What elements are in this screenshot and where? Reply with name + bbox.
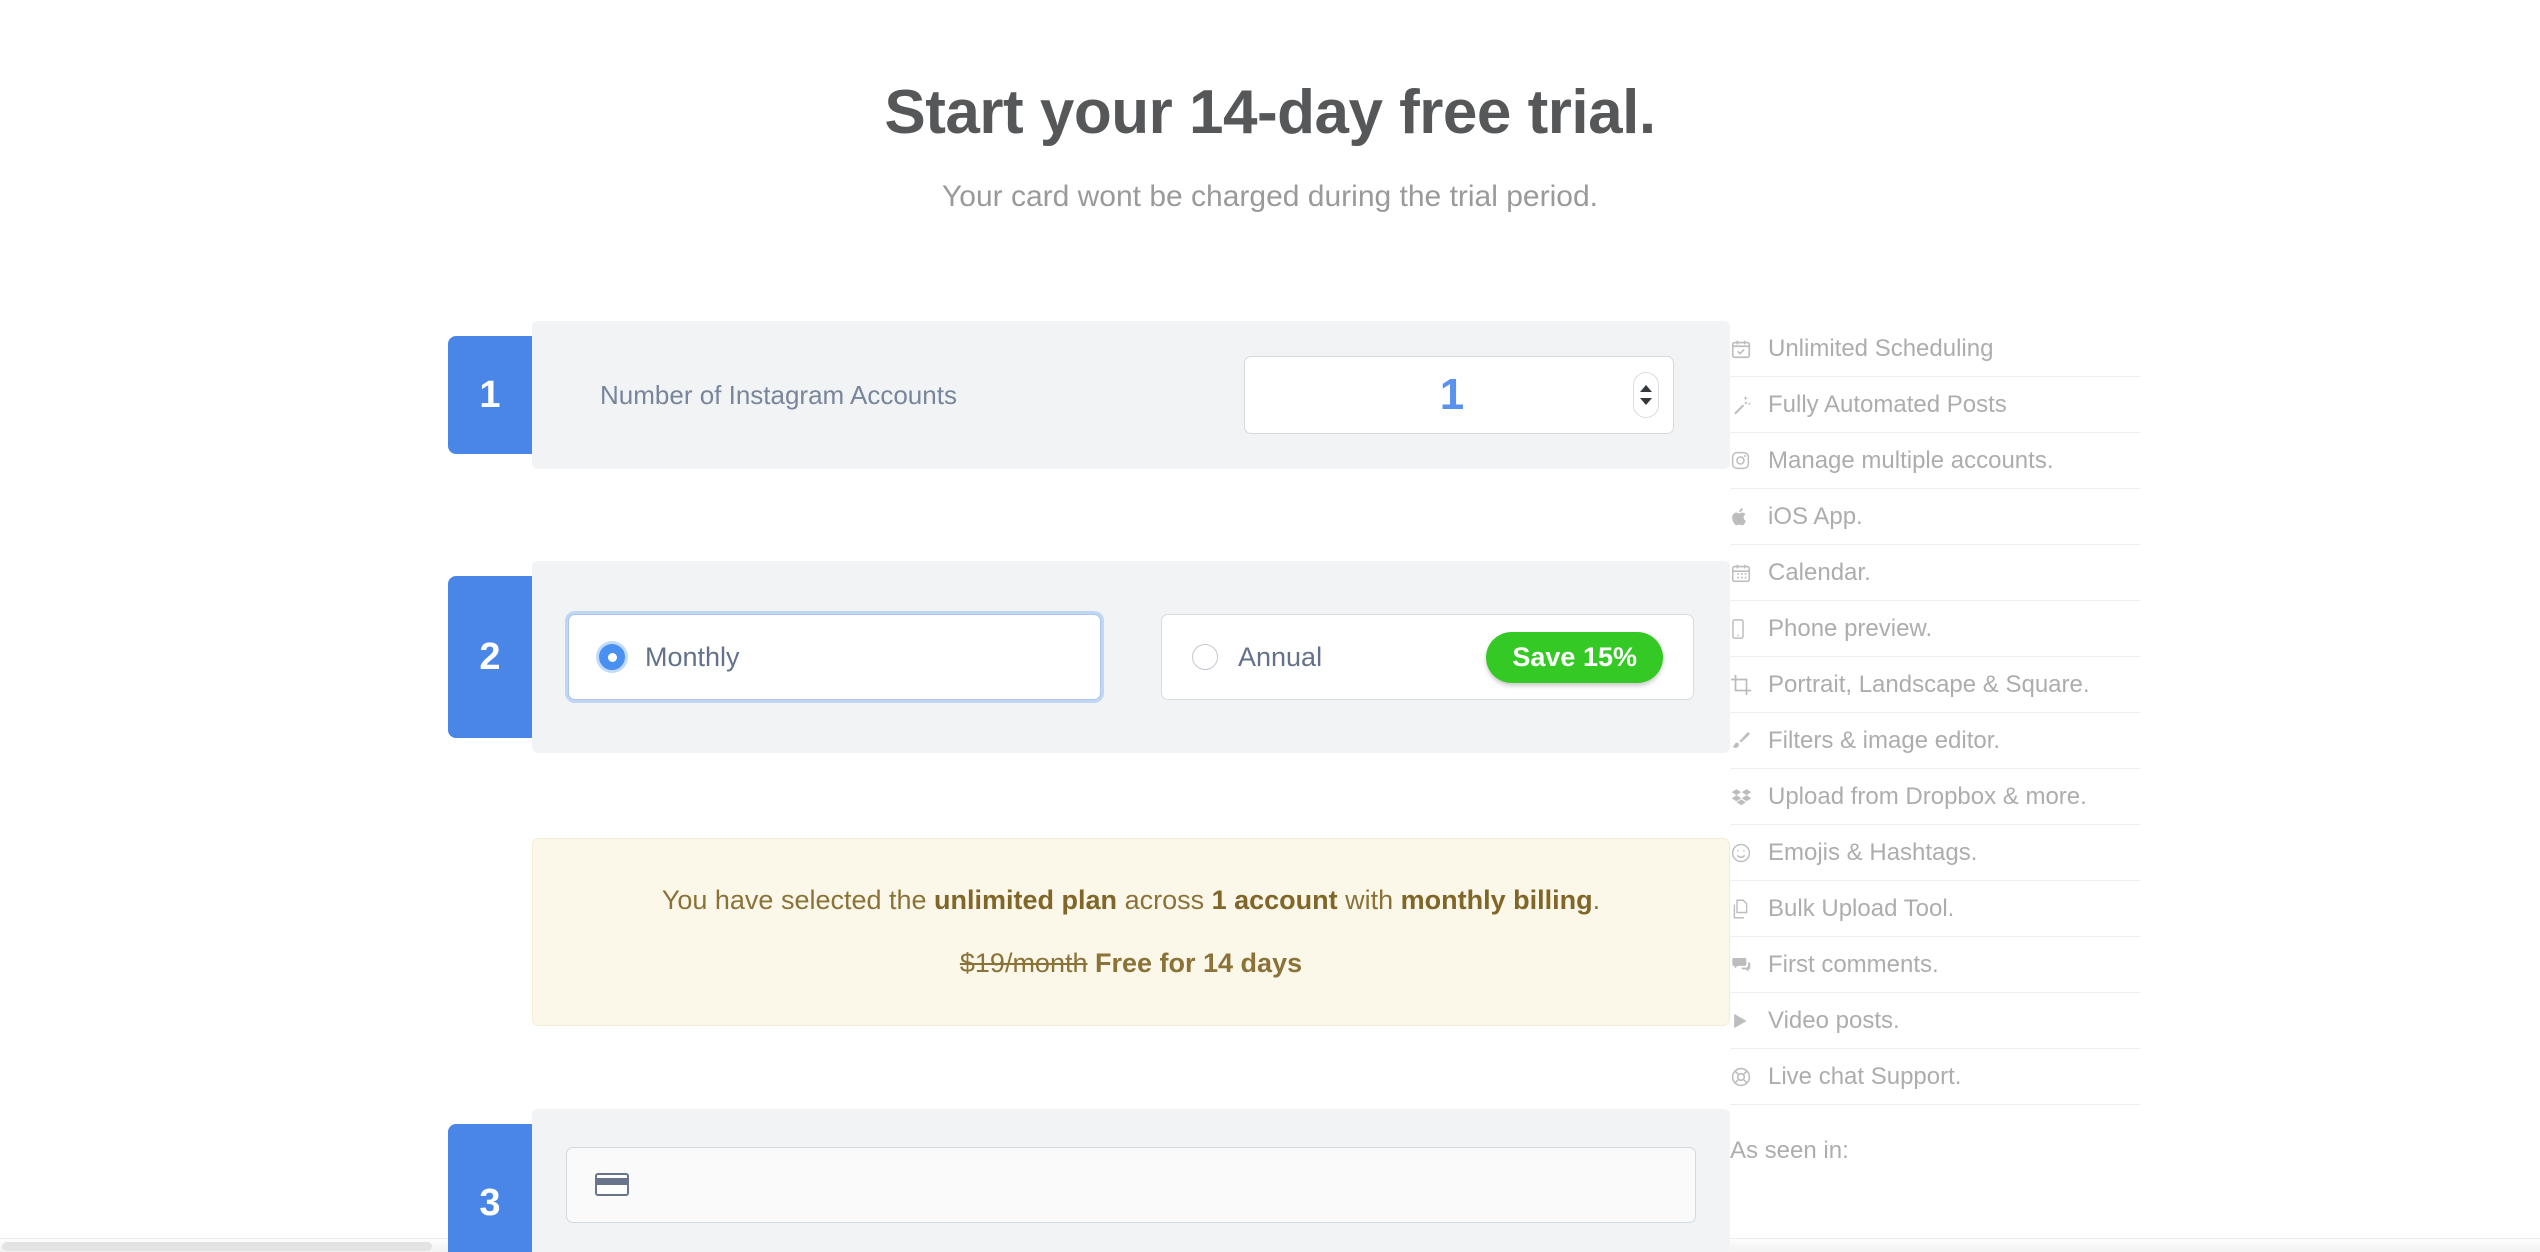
calendar-icon (1730, 562, 1768, 584)
summary-price-line: $19/month Free for 14 days (591, 948, 1671, 979)
annual-radio[interactable] (1192, 644, 1218, 671)
mobile-phone-icon (1730, 618, 1768, 640)
summary-billing: monthly billing (1400, 885, 1593, 916)
accounts-label: Number of Instagram Accounts (600, 379, 957, 410)
save-badge: Save 15% (1486, 631, 1663, 683)
step-2-panel: Monthly Annual Save 15% (532, 561, 1730, 754)
calendar-check-icon (1730, 338, 1768, 360)
comments-icon (1730, 954, 1768, 975)
step-1-badge: 1 (448, 336, 532, 455)
feature-label: Unlimited Scheduling (1768, 334, 1994, 362)
feature-label: Live chat Support. (1768, 1062, 1962, 1090)
free-trial-text: Free for 14 days (1095, 947, 1303, 978)
magic-wand-icon (1730, 394, 1768, 416)
page-title: Start your 14-day free trial. (884, 78, 1656, 147)
feature-item-unlimited-scheduling: Unlimited Scheduling (1730, 321, 2140, 378)
feature-item-ios-app: iOS App. (1730, 489, 2140, 546)
plan-summary-alert: You have selected the unlimited plan acr… (532, 838, 1730, 1026)
summary-plan: unlimited plan (934, 885, 1118, 916)
step-3-panel (532, 1108, 1730, 1252)
page-subtitle: Your card wont be charged during the tri… (942, 180, 1598, 214)
as-seen-in-label: As seen in: (1730, 1137, 1849, 1165)
feature-label: Calendar. (1768, 558, 1871, 586)
feature-label: Video posts. (1768, 1006, 1900, 1034)
copy-files-icon (1730, 898, 1768, 920)
summary-period: . (1592, 885, 1601, 916)
step-1-panel: Number of Instagram Accounts 1 (532, 321, 1730, 470)
accounts-stepper[interactable] (1633, 372, 1659, 419)
play-icon (1730, 1011, 1768, 1031)
card-number-field[interactable] (566, 1146, 1696, 1223)
paintbrush-icon (1730, 730, 1768, 752)
lifebuoy-icon (1730, 1066, 1768, 1088)
accounts-number-field[interactable]: 1 (1244, 356, 1674, 435)
plan-option-annual[interactable]: Annual Save 15% (1161, 614, 1694, 701)
feature-label: Fully Automated Posts (1768, 390, 2007, 418)
feature-item-phone-preview: Phone preview. (1730, 601, 2140, 658)
summary-suffix: with (1337, 885, 1401, 916)
monthly-radio[interactable] (599, 644, 625, 671)
smiley-icon (1730, 842, 1768, 864)
step-3-badge: 3 (448, 1123, 532, 1252)
feature-item-filters-editor: Filters & image editor. (1730, 713, 2140, 770)
annual-label: Annual (1238, 641, 1323, 672)
feature-item-first-comments: First comments. (1730, 937, 2140, 994)
feature-item-bulk-upload: Bulk Upload Tool. (1730, 881, 2140, 938)
feature-label: Phone preview. (1768, 614, 1933, 642)
monthly-label: Monthly (645, 641, 740, 672)
stepper-down-icon[interactable] (1640, 398, 1652, 406)
feature-item-video-posts: Video posts. (1730, 993, 2140, 1050)
summary-middle: across (1117, 885, 1212, 916)
step-3-row: 3 (448, 1108, 1730, 1252)
features-column: Unlimited Scheduling Fully Automated Pos… (1730, 321, 2540, 1165)
old-price: $19/month (959, 947, 1088, 978)
step-1-row: 1 Number of Instagram Accounts 1 (448, 321, 1730, 470)
step-2-row: 2 Monthly Annual Save 15% (448, 561, 1730, 754)
step-2-badge: 2 (448, 576, 532, 739)
feature-label: Portrait, Landscape & Square. (1768, 670, 2090, 698)
stepper-up-icon[interactable] (1640, 385, 1652, 393)
dropbox-icon (1730, 786, 1768, 807)
feature-item-automated-posts: Fully Automated Posts (1730, 377, 2140, 434)
page-header: Start your 14-day free trial. Your card … (0, 0, 2540, 214)
summary-sentence: You have selected the unlimited plan acr… (591, 881, 1671, 919)
credit-card-icon (595, 1173, 629, 1197)
summary-accounts: 1 account (1211, 885, 1338, 916)
feature-label: Emojis & Hashtags. (1768, 838, 1978, 866)
signup-form-column: 1 Number of Instagram Accounts 1 2 Month… (0, 321, 1730, 1252)
feature-item-aspect-ratios: Portrait, Landscape & Square. (1730, 657, 2140, 714)
main-content: 1 Number of Instagram Accounts 1 2 Month… (0, 321, 2540, 1252)
feature-label: First comments. (1768, 950, 1939, 978)
feature-label: Upload from Dropbox & more. (1768, 782, 2087, 810)
feature-item-dropbox-upload: Upload from Dropbox & more. (1730, 769, 2140, 826)
apple-icon (1730, 506, 1768, 528)
instagram-icon (1730, 450, 1768, 471)
crop-icon (1730, 674, 1768, 696)
feature-label: Bulk Upload Tool. (1768, 894, 1955, 922)
feature-label: iOS App. (1768, 502, 1863, 530)
horizontal-scrollbar-thumb[interactable] (2, 1242, 432, 1251)
summary-prefix: You have selected the (661, 885, 935, 916)
plan-option-monthly[interactable]: Monthly (568, 614, 1101, 701)
feature-item-emojis-hashtags: Emojis & Hashtags. (1730, 825, 2140, 882)
feature-item-live-chat-support: Live chat Support. (1730, 1049, 2140, 1106)
feature-list: Unlimited Scheduling Fully Automated Pos… (1730, 321, 2140, 1106)
feature-item-multiple-accounts: Manage multiple accounts. (1730, 433, 2140, 490)
feature-item-calendar: Calendar. (1730, 545, 2140, 602)
feature-label: Manage multiple accounts. (1768, 446, 2054, 474)
feature-label: Filters & image editor. (1768, 726, 2001, 754)
accounts-input[interactable]: 1 (1245, 373, 1633, 417)
